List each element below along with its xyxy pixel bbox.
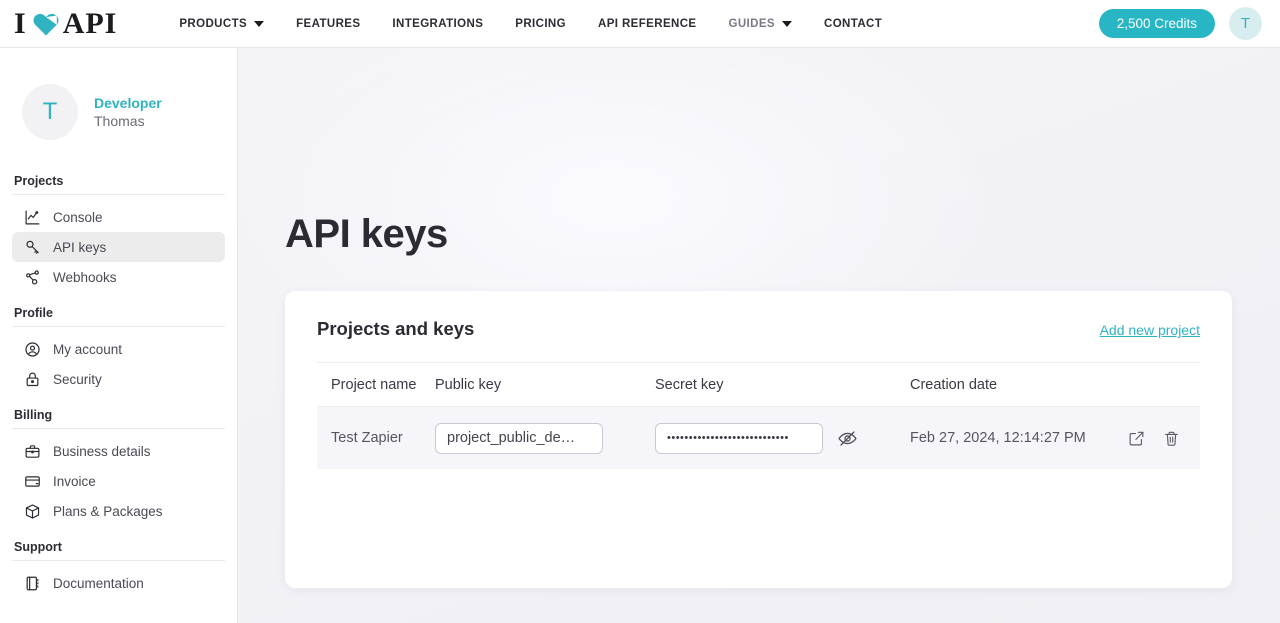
profile-role: Developer — [94, 94, 162, 111]
sidebar-item-label: Documentation — [53, 575, 144, 591]
heart-icon — [31, 9, 61, 39]
chevron-down-icon — [254, 20, 265, 27]
briefcase-icon — [24, 443, 41, 460]
logo-text-right: API — [62, 6, 118, 40]
table-row: Test Zapier project_public_de… •••••••••… — [317, 407, 1200, 469]
add-new-project-link[interactable]: Add new project — [1100, 322, 1200, 338]
main-nav: PRODUCTS FEATURES INTEGRATIONS PRICING A… — [163, 0, 898, 48]
main-content: API keys Projects and keys Add new proje… — [238, 48, 1280, 623]
chart-line-icon — [24, 209, 41, 226]
page-title: API keys — [285, 212, 448, 256]
nav-label: GUIDES — [728, 17, 775, 30]
column-header-project-name: Project name — [331, 377, 417, 393]
nav-item-contact[interactable]: CONTACT — [808, 0, 898, 48]
avatar[interactable]: T — [1229, 7, 1262, 40]
project-name-text: Test Zapier — [331, 429, 403, 446]
trash-icon[interactable] — [1163, 430, 1180, 447]
column-header-public-key: Public key — [435, 377, 502, 393]
brand-logo[interactable]: I API — [14, 0, 117, 48]
column-header-secret-key: Secret key — [655, 377, 724, 393]
sidebar-item-label: Security — [53, 371, 102, 387]
secret-key-input[interactable]: •••••••••••••••••••••••••••• — [655, 422, 823, 454]
sidebar-item-webhooks[interactable]: Webhooks — [12, 262, 225, 292]
account-circle-icon — [24, 341, 41, 358]
nav-item-guides[interactable]: GUIDES — [713, 0, 809, 48]
sidebar-section-support-title: Support — [12, 540, 225, 561]
chevron-down-icon — [782, 20, 792, 27]
public-key-input[interactable]: project_public_de… — [435, 422, 603, 454]
nav-item-pricing[interactable]: PRICING — [499, 0, 582, 48]
sidebar-item-label: Plans & Packages — [53, 503, 163, 519]
sidebar-item-api-keys[interactable]: API keys — [12, 232, 225, 262]
book-icon — [24, 575, 41, 592]
sidebar-profile[interactable]: T Developer Thomas — [12, 48, 225, 140]
sidebar-item-business-details[interactable]: Business details — [12, 436, 225, 466]
sidebar-item-label: Business details — [53, 443, 151, 459]
sidebar-item-plans-packages[interactable]: Plans & Packages — [12, 496, 225, 526]
share-nodes-icon — [24, 269, 41, 286]
profile-name: Thomas — [94, 112, 145, 129]
sidebar-item-label: Invoice — [53, 473, 96, 489]
sidebar-item-label: My account — [53, 341, 123, 357]
nav-label: PRODUCTS — [179, 17, 248, 30]
nav-item-integrations[interactable]: INTEGRATIONS — [376, 0, 499, 48]
top-header: I API PRODUCTS FEATURES INTEGRATIONS PRI… — [0, 0, 1280, 48]
edit-square-icon[interactable] — [1128, 430, 1145, 447]
projects-and-keys-card: Projects and keys Add new project Projec… — [285, 291, 1232, 588]
nav-item-api-reference[interactable]: API REFERENCE — [582, 0, 713, 48]
card-title: Projects and keys — [317, 318, 475, 339]
sidebar-item-documentation[interactable]: Documentation — [12, 568, 225, 598]
nav-item-products[interactable]: PRODUCTS — [163, 0, 280, 48]
cell-row-actions — [1124, 430, 1200, 447]
sidebar-section-projects-title: Projects — [12, 174, 225, 195]
package-box-icon — [24, 503, 41, 520]
cell-creation-date: Feb 27, 2024, 12:14:27 PM — [910, 428, 1124, 448]
column-header-creation-date: Creation date — [910, 377, 998, 393]
sidebar-item-invoice[interactable]: Invoice — [12, 466, 225, 496]
header-actions: 2,500 Credits T — [1098, 7, 1262, 40]
sidebar-item-label: Console — [53, 209, 103, 225]
key-icon — [24, 239, 41, 256]
sidebar-item-security[interactable]: Security — [12, 364, 225, 394]
card-header: Projects and keys Add new project — [285, 291, 1232, 340]
profile-avatar: T — [22, 84, 78, 140]
eye-off-icon[interactable] — [837, 428, 858, 449]
credit-card-icon — [24, 473, 41, 490]
sidebar-item-my-account[interactable]: My account — [12, 334, 225, 364]
cell-secret-key: •••••••••••••••••••••••••••• — [655, 422, 910, 454]
cell-public-key: project_public_de… — [435, 422, 655, 454]
lock-icon — [24, 371, 41, 388]
sidebar-item-console[interactable]: Console — [12, 202, 225, 232]
table-header-row: Project name Public key Secret key Creat… — [317, 363, 1200, 407]
sidebar-section-profile-title: Profile — [12, 306, 225, 327]
sidebar-section-billing-title: Billing — [12, 408, 225, 429]
logo-text-left: I — [14, 6, 27, 40]
cell-project-name: Test Zapier — [317, 429, 435, 448]
sidebar: T Developer Thomas Projects Console API … — [0, 48, 238, 623]
keys-table: Project name Public key Secret key Creat… — [317, 362, 1200, 469]
creation-date-text: Feb 27, 2024, 12:14:27 PM — [910, 430, 1086, 446]
nav-item-features[interactable]: FEATURES — [280, 0, 376, 48]
credits-badge[interactable]: 2,500 Credits — [1098, 9, 1215, 38]
sidebar-item-label: Webhooks — [53, 269, 117, 285]
sidebar-item-label: API keys — [53, 239, 107, 255]
